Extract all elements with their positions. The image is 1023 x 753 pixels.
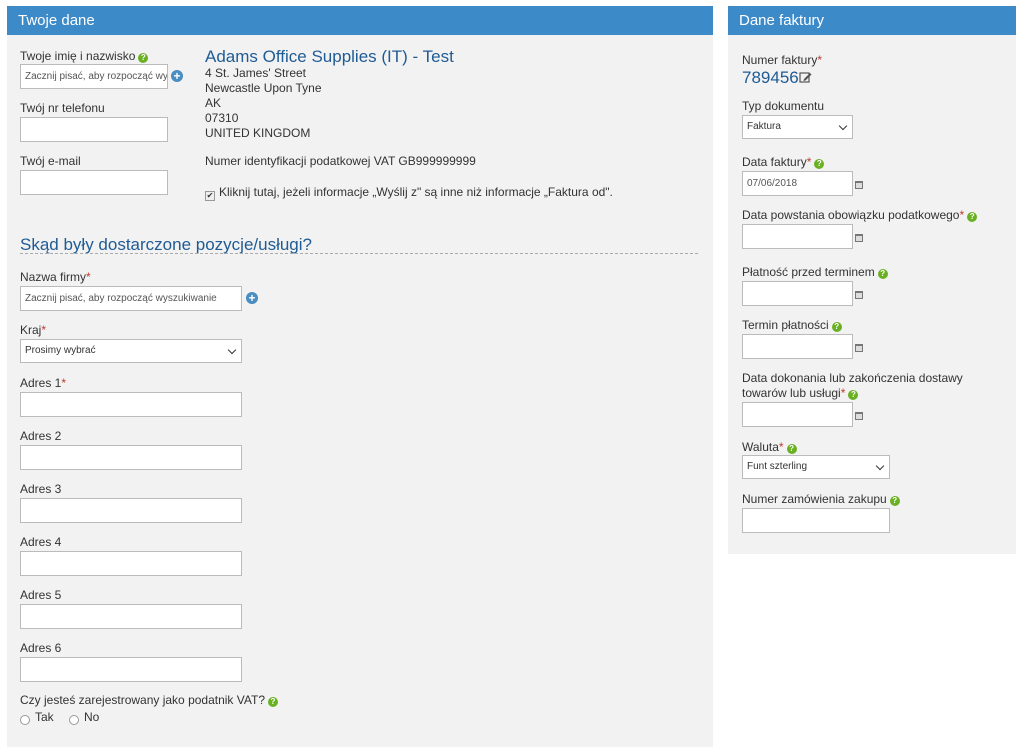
doc-type-select[interactable]: Faktura (742, 115, 853, 139)
email-input[interactable] (20, 170, 168, 195)
ship-from-checkbox[interactable]: ✔ (205, 191, 215, 201)
help-icon[interactable]: ? (814, 159, 825, 169)
calendar-icon[interactable] (855, 411, 863, 420)
vat-no-radio[interactable] (69, 715, 79, 725)
company-name-label: Nazwa firmy* (20, 270, 91, 284)
address-4-label: Adres 4 (20, 535, 62, 549)
ship-from-checkbox-label[interactable]: Kliknij tutaj, jeżeli informacje „Wyślij… (219, 185, 613, 199)
address-6-label: Adres 6 (20, 641, 62, 655)
help-icon[interactable]: ? (831, 322, 842, 332)
address-line: 07310 (205, 111, 239, 125)
invoice-number: 789456 (742, 68, 799, 87)
chevron-down-icon (227, 345, 237, 355)
address-5-label: Adres 5 (20, 588, 62, 602)
company-search-input[interactable]: Zacznij pisać, aby rozpocząć wyszukiwani… (20, 286, 242, 311)
add-company-icon[interactable]: + (246, 292, 258, 304)
name-label: Twoje imię i nazwisko? (20, 49, 149, 63)
vat-yes-label[interactable]: Tak (35, 710, 54, 724)
invoice-number-label: Numer faktury* (742, 53, 823, 67)
calendar-icon[interactable] (855, 233, 863, 242)
early-payment-input[interactable] (742, 281, 853, 306)
address-line: UNITED KINGDOM (205, 126, 311, 140)
your-details-header: Twoje dane (7, 6, 713, 35)
delivery-date-label: Data dokonania lub zakończenia dostawy t… (742, 371, 963, 400)
vat-no-label[interactable]: No (84, 710, 99, 724)
chevron-down-icon (875, 461, 885, 471)
email-label: Twój e-mail (20, 154, 81, 168)
address-1-input[interactable] (20, 392, 242, 417)
address-6-input[interactable] (20, 657, 242, 682)
calendar-icon[interactable] (855, 180, 863, 189)
vat-registered-question: Czy jesteś zarejestrowany jako podatnik … (20, 693, 278, 707)
delivery-date-input[interactable] (742, 402, 853, 427)
help-icon[interactable]: ? (877, 269, 888, 279)
address-line: Newcastle Upon Tyne (205, 81, 322, 95)
currency-label: Waluta*? (742, 440, 797, 454)
currency-select[interactable]: Funt szterling (742, 455, 890, 479)
ship-from-section-title: Skąd były dostarczone pozycje/usługi? (20, 235, 312, 254)
address-3-input[interactable] (20, 498, 242, 523)
due-date-input[interactable] (742, 334, 853, 359)
address-1-label: Adres 1* (20, 376, 67, 390)
company-name: Adams Office Supplies (IT) - Test (205, 47, 454, 66)
address-4-input[interactable] (20, 551, 242, 576)
edit-icon[interactable] (799, 71, 812, 84)
calendar-icon[interactable] (855, 290, 863, 299)
invoice-details-header: Dane faktury (728, 6, 1016, 35)
country-label: Kraj* (20, 323, 47, 337)
help-icon[interactable]: ? (786, 444, 797, 454)
calendar-icon[interactable] (855, 343, 863, 352)
invoice-date-input[interactable]: 07/06/2018 (742, 171, 853, 196)
company-address: 4 St. James' Street Newcastle Upon Tyne … (205, 66, 322, 141)
address-2-label: Adres 2 (20, 429, 62, 443)
due-date-label: Termin płatności? (742, 318, 842, 332)
early-payment-label: Płatność przed terminem? (742, 265, 888, 279)
address-line: 4 St. James' Street (205, 66, 306, 80)
address-2-input[interactable] (20, 445, 242, 470)
doc-type-label: Typ dokumentu (742, 99, 825, 113)
country-select[interactable]: Prosimy wybrać (20, 339, 242, 363)
address-5-input[interactable] (20, 604, 242, 629)
help-icon[interactable]: ? (889, 496, 900, 506)
invoice-date-label: Data faktury*? (742, 155, 825, 169)
address-3-label: Adres 3 (20, 482, 62, 496)
address-line: AK (205, 96, 222, 110)
vat-yes-radio[interactable] (20, 715, 30, 725)
po-number-input[interactable] (742, 508, 890, 533)
vat-number-text: Numer identyfikacji podatkowej VAT GB999… (205, 154, 476, 168)
name-input[interactable]: Zacznij pisać, aby rozpocząć wyszukiwani… (20, 64, 168, 89)
add-contact-icon[interactable]: + (171, 70, 183, 82)
phone-input[interactable] (20, 117, 168, 142)
phone-label: Twój nr telefonu (20, 101, 105, 115)
po-number-label: Numer zamówienia zakupu? (742, 492, 900, 506)
help-icon[interactable]: ? (268, 697, 278, 707)
help-icon[interactable]: ? (967, 212, 978, 222)
help-icon[interactable]: ? (138, 53, 149, 63)
tax-point-label: Data powstania obowiązku podatkowego*? (742, 208, 978, 222)
tax-point-input[interactable] (742, 224, 853, 249)
section-divider (20, 253, 698, 254)
chevron-down-icon (838, 121, 848, 131)
help-icon[interactable]: ? (848, 390, 859, 400)
